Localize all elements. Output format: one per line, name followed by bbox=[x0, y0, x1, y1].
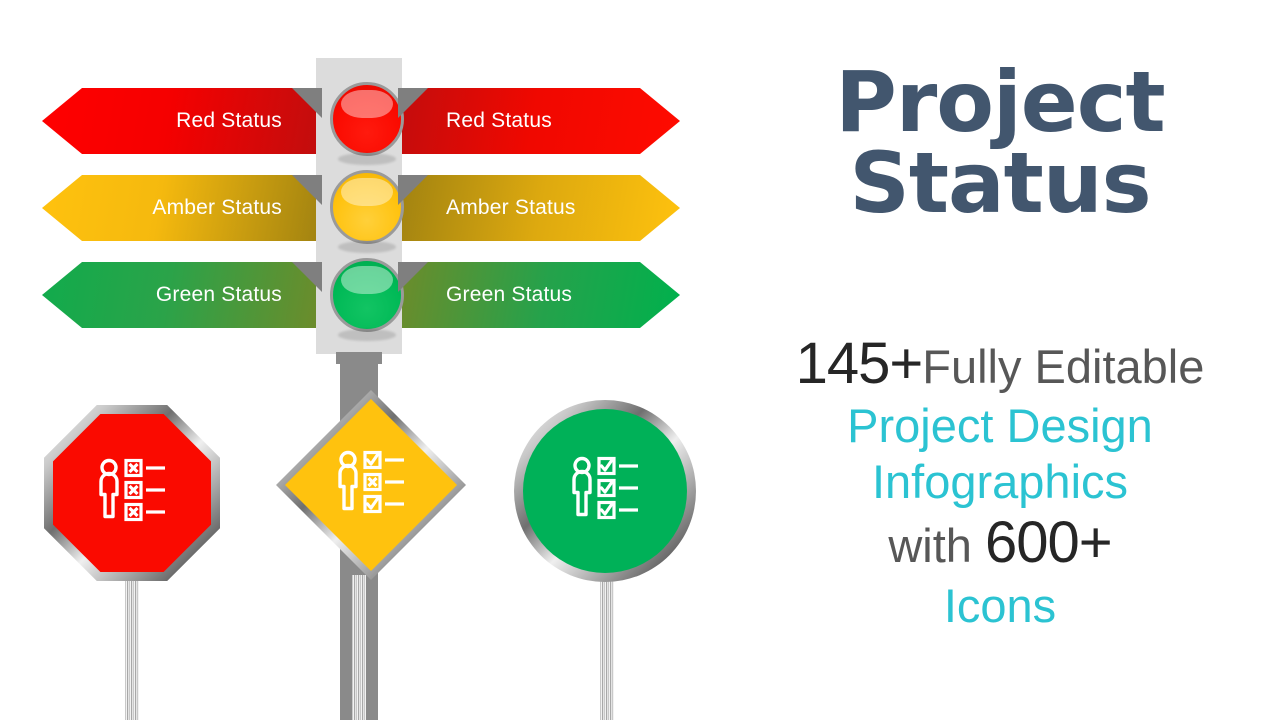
amber-light-shadow bbox=[338, 241, 396, 253]
stop-sign-post bbox=[125, 560, 139, 720]
circle-sign-green[interactable] bbox=[514, 400, 696, 582]
circle-sign-post bbox=[600, 578, 614, 720]
icons-count: 600+ bbox=[985, 510, 1113, 576]
green-light[interactable] bbox=[330, 258, 404, 341]
banner-left-amber-label: Amber Status bbox=[152, 196, 282, 219]
subtitle-line-infographics: Infographics bbox=[871, 454, 1129, 508]
banner-right-green[interactable]: Green Status bbox=[398, 262, 680, 328]
banner-right-green-label: Green Status bbox=[446, 283, 573, 306]
designs-editable-text: Fully Editable bbox=[922, 340, 1205, 393]
banner-left-green-label: Green Status bbox=[155, 283, 282, 306]
traffic-light-base-cap bbox=[336, 352, 382, 364]
person-checklist-icon-red bbox=[95, 458, 169, 528]
stop-sign-red[interactable] bbox=[44, 405, 220, 581]
diamond-sign-amber[interactable] bbox=[276, 390, 466, 580]
subtitle-line-icons-word: Icons bbox=[943, 578, 1057, 632]
with-text: with bbox=[888, 519, 972, 573]
red-light-gloss bbox=[341, 89, 393, 119]
slide-canvas: Red Status Amber Status Green Status Red… bbox=[0, 0, 1280, 720]
amber-light[interactable] bbox=[330, 170, 404, 253]
designs-count: 145+ bbox=[795, 331, 924, 396]
traffic-graphic-group: Red Status Amber Status Green Status Red… bbox=[0, 0, 720, 720]
red-light-shadow bbox=[338, 153, 396, 165]
amber-light-gloss bbox=[341, 177, 393, 207]
subtitle-line-project-design: Project Design bbox=[847, 399, 1153, 453]
red-light[interactable] bbox=[330, 82, 404, 165]
banner-right-red[interactable]: Red Status bbox=[398, 88, 680, 154]
page-title: Project Status bbox=[720, 60, 1280, 232]
banner-right-amber[interactable]: Amber Status bbox=[398, 175, 680, 241]
banner-left-green[interactable]: Green Status bbox=[42, 262, 322, 328]
banner-left-red[interactable]: Red Status bbox=[42, 88, 322, 154]
subtitle-line-icons-count: with 600+ bbox=[720, 509, 1280, 577]
person-checklist-icon-amber bbox=[334, 450, 408, 520]
person-checklist-icon-green bbox=[568, 456, 642, 526]
subtitle-block: 145+Fully Editable Project Design Infogr… bbox=[720, 330, 1280, 633]
green-light-shadow bbox=[338, 329, 396, 341]
banner-right-red-label: Red Status bbox=[446, 109, 552, 132]
headline-group: Project Status 145+Fully Editable Projec… bbox=[720, 0, 1280, 720]
diamond-sign-post bbox=[352, 575, 366, 720]
banner-left-amber[interactable]: Amber Status bbox=[42, 175, 322, 241]
green-light-gloss bbox=[341, 265, 393, 295]
banner-left-red-label: Red Status bbox=[176, 109, 282, 132]
banner-right-amber-label: Amber Status bbox=[446, 196, 576, 219]
page-title-line2: Status bbox=[849, 133, 1151, 232]
subtitle-line-designs: 145+Fully Editable bbox=[720, 330, 1280, 398]
